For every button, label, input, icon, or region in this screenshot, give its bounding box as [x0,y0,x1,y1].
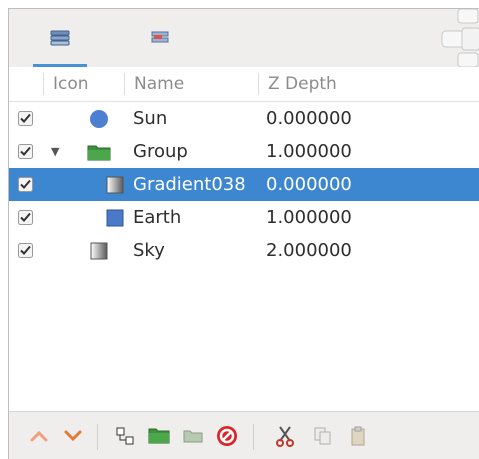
layer-zdepth: 0.000000 [266,174,352,195]
cut-button[interactable] [273,424,297,448]
toolbar-separator [253,424,254,450]
encapsulate-layer-button[interactable] [181,424,205,448]
header-name[interactable]: Name [134,67,184,101]
raise-layer-icon [30,430,48,442]
folder-icon [87,145,111,161]
layer-visibility-checkbox[interactable] [18,144,33,159]
lower-layer-icon [64,430,82,442]
layer-name[interactable]: Sky [133,234,165,267]
layer-row-earth[interactable]: Earth 1.000000 [9,201,479,234]
paste-icon [351,426,365,446]
layers-panel-icon [50,30,70,46]
expander-arrow-icon[interactable]: ▼ [51,135,59,168]
layer-visibility-checkbox[interactable] [18,210,33,225]
toolbar-separator [97,424,98,450]
layer-zdepth: 2.000000 [266,240,352,261]
group-layer-button[interactable] [147,424,171,448]
group-layer-icon [148,428,170,444]
layer-name[interactable]: Earth [133,201,181,234]
layer-visibility-checkbox[interactable] [18,177,33,192]
delete-layer-icon [217,426,237,446]
layer-zdepth: 1.000000 [266,207,352,228]
tab-params[interactable] [127,9,193,67]
dock-handle-icon [441,9,479,68]
copy-button[interactable] [311,424,335,448]
header-separator [124,73,125,95]
tab-layers[interactable] [27,9,93,67]
layer-row-group[interactable]: ▼ Group 1.000000 [9,135,479,168]
paste-button[interactable] [347,424,371,448]
duplicate-layer-button[interactable] [113,424,137,448]
layer-name[interactable]: Sun [133,102,167,135]
layer-name[interactable]: Gradient038 [133,168,246,201]
gradient-layer-icon [106,176,124,194]
layer-row-gradient038[interactable]: Gradient038 0.000000 [9,168,479,201]
delete-layer-button[interactable] [215,424,239,448]
params-panel-icon [151,31,169,43]
layer-row-sun[interactable]: Sun 0.000000 [9,102,479,135]
layers-panel: Icon Name Z Depth Sun 0.000000 ▼ Group 1… [8,8,479,459]
rectangle-layer-icon [106,209,124,227]
duplicate-layer-icon [116,427,134,445]
header-zdepth[interactable]: Z Depth [268,67,337,101]
column-header: Icon Name Z Depth [9,67,479,102]
lower-layer-button[interactable] [61,424,85,448]
cut-icon [276,426,294,447]
encapsulate-layer-icon [183,430,203,443]
raise-layer-button[interactable] [27,424,51,448]
layer-visibility-checkbox[interactable] [18,243,33,258]
layer-list: Sun 0.000000 ▼ Group 1.000000 Gradient03… [9,102,479,267]
layer-toolbar [9,411,479,459]
circle-layer-icon [90,110,108,128]
layer-zdepth: 1.000000 [266,141,352,162]
header-icon[interactable]: Icon [53,67,89,101]
dock-handle[interactable] [432,9,479,68]
header-separator [43,73,44,95]
layer-visibility-checkbox[interactable] [18,111,33,126]
layer-row-sky[interactable]: Sky 2.000000 [9,234,479,267]
layer-name[interactable]: Group [133,135,188,168]
layer-zdepth: 0.000000 [266,108,352,129]
gradient-layer-icon [90,242,108,260]
copy-icon [314,427,331,445]
header-separator [258,73,259,95]
panel-tab-bar [9,9,479,68]
